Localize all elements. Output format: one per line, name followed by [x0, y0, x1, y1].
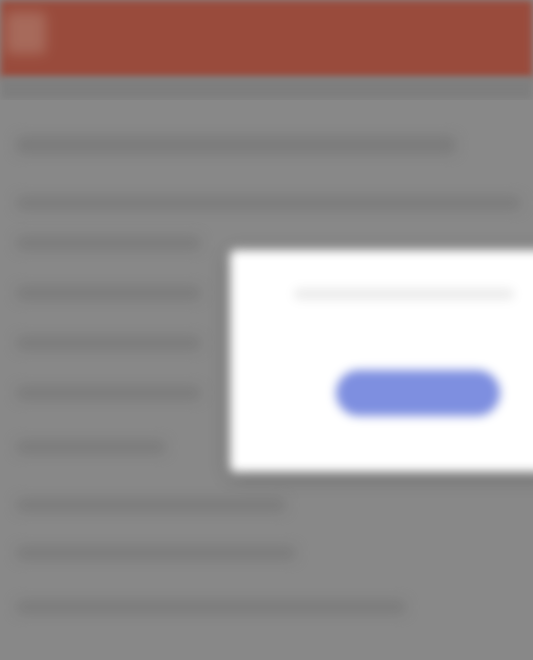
dialog-message [294, 288, 514, 300]
modal-dialog [230, 250, 533, 472]
screen [0, 0, 533, 660]
dialog-primary-button[interactable] [336, 370, 500, 416]
